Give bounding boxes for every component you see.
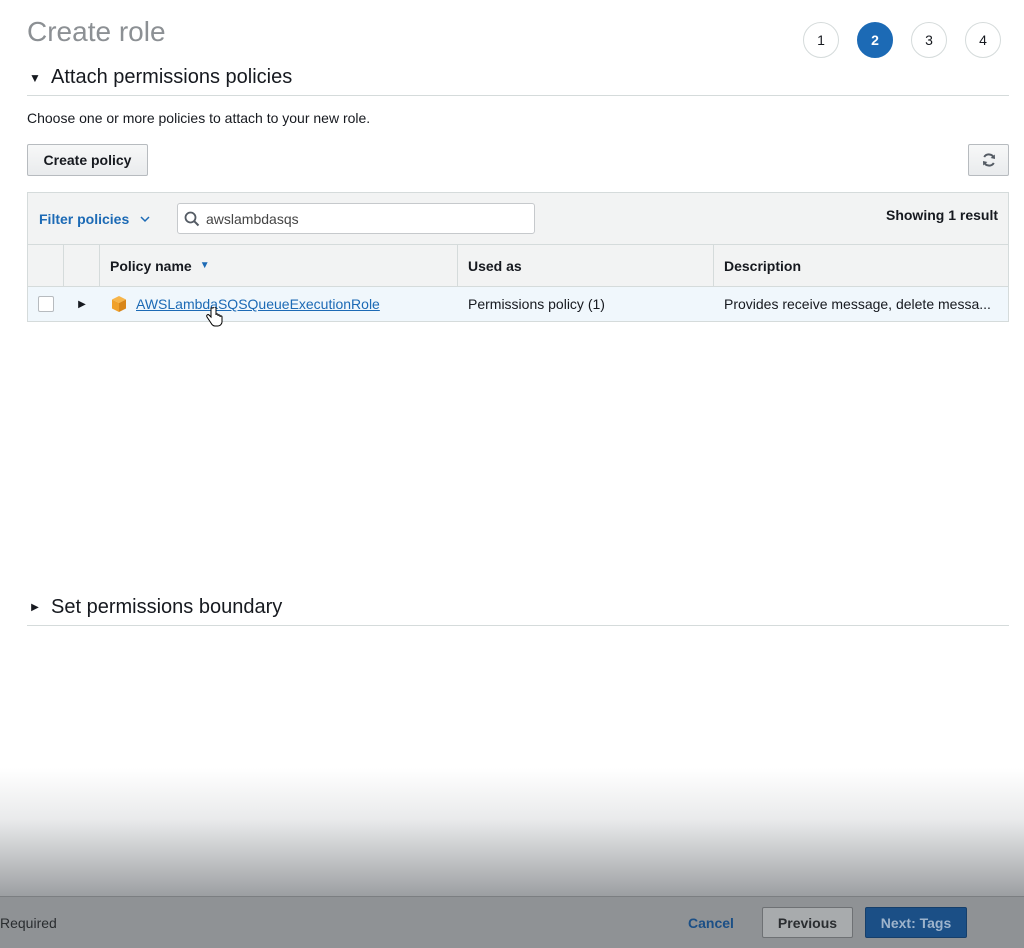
step-4[interactable]: 4 bbox=[965, 22, 1001, 58]
search-box bbox=[177, 203, 535, 234]
chevron-down-icon bbox=[140, 216, 150, 223]
row-description-text: Provides receive message, delete messa..… bbox=[724, 296, 991, 312]
wizard-footer: Required Cancel Previous Next: Tags bbox=[0, 896, 1024, 948]
search-icon bbox=[184, 211, 200, 226]
refresh-button[interactable] bbox=[968, 144, 1009, 176]
filter-bar: Filter policies Showing 1 result bbox=[28, 193, 1008, 245]
policy-name-link[interactable]: AWSLambdaSQSQueueExecutionRole bbox=[136, 296, 380, 312]
footer-fade-overlay bbox=[0, 768, 1024, 898]
step-2-active[interactable]: 2 bbox=[857, 22, 893, 58]
permissions-boundary-title: Set permissions boundary bbox=[51, 596, 283, 618]
table-row[interactable]: ▶ AWSLambdaSQSQueueExecutionRole Permiss… bbox=[28, 287, 1008, 321]
header-expand-cell bbox=[64, 245, 100, 286]
attach-policies-description: Choose one or more policies to attach to… bbox=[27, 110, 371, 126]
row-checkbox[interactable] bbox=[38, 296, 54, 312]
caret-right-icon: ▶ bbox=[31, 602, 39, 613]
table-header: Policy name ▼ Used as Description bbox=[28, 245, 1008, 287]
managed-policy-cube-icon bbox=[112, 296, 126, 312]
row-policy-name-cell: AWSLambdaSQSQueueExecutionRole bbox=[100, 287, 458, 321]
next-tags-button[interactable]: Next: Tags bbox=[865, 907, 967, 938]
permissions-boundary-section-header[interactable]: ▶ Set permissions boundary bbox=[27, 596, 1009, 626]
filter-policies-label: Filter policies bbox=[39, 211, 130, 227]
column-used-as[interactable]: Used as bbox=[458, 245, 714, 286]
attach-policies-section-header[interactable]: ▼ Attach permissions policies bbox=[27, 66, 1009, 96]
step-3[interactable]: 3 bbox=[911, 22, 947, 58]
header-check-cell bbox=[28, 245, 64, 286]
sort-descending-icon: ▼ bbox=[199, 260, 210, 271]
column-policy-name-label: Policy name bbox=[110, 257, 192, 274]
caret-down-icon: ▼ bbox=[29, 70, 41, 85]
caret-right-icon[interactable]: ▶ bbox=[78, 299, 86, 310]
column-policy-name[interactable]: Policy name ▼ bbox=[100, 245, 458, 286]
row-expand-cell: ▶ bbox=[64, 287, 100, 321]
policies-table: Filter policies Showing 1 result Policy … bbox=[27, 192, 1009, 322]
row-check-cell bbox=[28, 287, 64, 321]
filter-policies-dropdown[interactable]: Filter policies bbox=[39, 211, 151, 227]
step-1[interactable]: 1 bbox=[803, 22, 839, 58]
wizard-stepper: 1 2 3 4 bbox=[803, 22, 1001, 58]
attach-policies-title: Attach permissions policies bbox=[51, 66, 293, 88]
previous-button[interactable]: Previous bbox=[762, 907, 853, 938]
page-title: Create role bbox=[27, 16, 166, 47]
search-input[interactable] bbox=[204, 209, 524, 228]
result-count: Showing 1 result bbox=[885, 207, 998, 223]
row-description: Provides receive message, delete messa..… bbox=[714, 287, 1008, 321]
required-note: Required bbox=[0, 915, 57, 931]
hand-pointer-cursor-icon bbox=[206, 307, 223, 327]
column-description[interactable]: Description bbox=[714, 245, 1008, 286]
create-policy-button[interactable]: Create policy bbox=[27, 144, 148, 176]
row-used-as: Permissions policy (1) bbox=[468, 296, 605, 312]
cancel-link[interactable]: Cancel bbox=[688, 915, 734, 931]
refresh-icon bbox=[982, 153, 995, 167]
